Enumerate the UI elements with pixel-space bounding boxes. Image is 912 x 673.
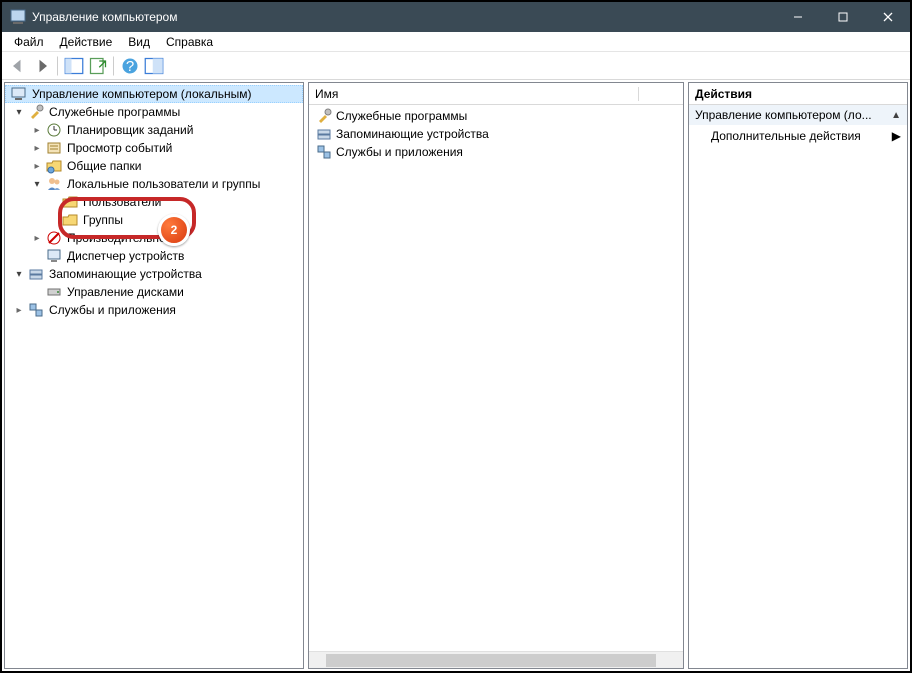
tree-root[interactable]: Управление компьютером (локальным)	[5, 85, 303, 103]
tree-label: Общие папки	[65, 159, 143, 173]
actions-context-header[interactable]: Управление компьютером (ло... ▲	[689, 105, 907, 125]
menu-action[interactable]: Действие	[52, 34, 121, 50]
event-icon	[46, 140, 62, 156]
svg-text:?: ?	[126, 58, 134, 75]
toolbar-separator	[57, 56, 59, 76]
folder-icon	[62, 194, 78, 210]
tree-label: Просмотр событий	[65, 141, 174, 155]
column-header-name[interactable]: Имя	[315, 87, 639, 101]
storage-icon	[316, 126, 332, 142]
list-label: Служебные программы	[336, 109, 467, 123]
tree-item-users[interactable]: Пользователи	[5, 193, 303, 211]
toolbar: ?	[2, 52, 910, 80]
tree-label: Запоминающие устройства	[47, 267, 204, 281]
list-label: Запоминающие устройства	[336, 127, 489, 141]
performance-icon	[46, 230, 62, 246]
tree-label: Локальные пользователи и группы	[65, 177, 262, 191]
tree-item-services-apps[interactable]: Службы и приложения	[5, 301, 303, 319]
menu-help[interactable]: Справка	[158, 34, 221, 50]
back-button[interactable]	[7, 55, 29, 77]
tree-item-shared-folders[interactable]: Общие папки	[5, 157, 303, 175]
chevron-right-icon: ▶	[892, 129, 901, 143]
shared-folder-icon	[46, 158, 62, 174]
tree-label: Производительность	[65, 231, 185, 245]
tree-label: Планировщик заданий	[65, 123, 195, 137]
collapse-icon[interactable]: ▲	[891, 110, 901, 121]
list-label: Службы и приложения	[336, 145, 463, 159]
device-icon	[46, 248, 62, 264]
expander-icon[interactable]	[31, 232, 43, 244]
computer-icon	[11, 86, 27, 102]
tree-label: Пользователи	[81, 195, 163, 209]
actions-more[interactable]: Дополнительные действия ▶	[689, 125, 907, 147]
users-icon	[46, 176, 62, 192]
list-item-storage[interactable]: Запоминающие устройства	[313, 125, 679, 143]
services-icon	[28, 302, 44, 318]
scrollbar-thumb[interactable]	[326, 654, 656, 667]
actions-more-label: Дополнительные действия	[711, 129, 861, 143]
clock-icon	[46, 122, 62, 138]
tree-label: Службы и приложения	[47, 303, 178, 317]
expander-icon[interactable]	[13, 304, 25, 316]
properties-button[interactable]	[143, 55, 165, 77]
tree-item-groups[interactable]: Группы	[5, 211, 303, 229]
menu-file[interactable]: Файл	[6, 34, 52, 50]
forward-button[interactable]	[31, 55, 53, 77]
toolbar-separator	[113, 56, 115, 76]
expander-icon[interactable]	[31, 142, 43, 154]
services-icon	[316, 144, 332, 160]
tools-icon	[316, 108, 332, 124]
app-icon	[10, 9, 26, 25]
tools-icon	[28, 104, 44, 120]
expander-icon[interactable]	[13, 268, 25, 280]
list-item-services-apps[interactable]: Службы и приложения	[313, 143, 679, 161]
maximize-button[interactable]	[820, 2, 865, 32]
expander-icon[interactable]	[31, 160, 43, 172]
tree-pane: Управление компьютером (локальным) Служе…	[4, 82, 304, 669]
tree-item-system-tools[interactable]: Служебные программы	[5, 103, 303, 121]
folder-icon	[62, 212, 78, 228]
menu-view[interactable]: Вид	[120, 34, 158, 50]
actions-header: Действия	[689, 83, 907, 105]
storage-icon	[28, 266, 44, 282]
tree-label: Диспетчер устройств	[65, 249, 186, 263]
show-hide-tree-button[interactable]	[63, 55, 85, 77]
close-button[interactable]	[865, 2, 910, 32]
expander-icon[interactable]	[31, 124, 43, 136]
disk-icon	[46, 284, 62, 300]
tree-item-disk-management[interactable]: Управление дисками	[5, 283, 303, 301]
actions-context-label: Управление компьютером (ло...	[695, 108, 872, 122]
tree-item-task-scheduler[interactable]: Планировщик заданий	[5, 121, 303, 139]
list-pane: Имя Служебные программы Запоминающие уст…	[308, 82, 684, 669]
list-header[interactable]: Имя	[309, 83, 683, 105]
help-button[interactable]: ?	[119, 55, 141, 77]
list-item-system-tools[interactable]: Служебные программы	[313, 107, 679, 125]
tree-item-local-users-groups[interactable]: Локальные пользователи и группы	[5, 175, 303, 193]
horizontal-scrollbar[interactable]	[309, 651, 683, 668]
title-bar: Управление компьютером	[2, 2, 910, 32]
tree-item-performance[interactable]: Производительность	[5, 229, 303, 247]
tree-label: Группы	[81, 213, 125, 227]
tree-label: Управление компьютером (локальным)	[30, 87, 254, 101]
minimize-button[interactable]	[775, 2, 820, 32]
expander-icon[interactable]	[13, 106, 25, 118]
tree-label: Управление дисками	[65, 285, 186, 299]
tree-label: Служебные программы	[47, 105, 182, 119]
export-button[interactable]	[87, 55, 109, 77]
expander-icon[interactable]	[31, 178, 43, 190]
menu-bar: Файл Действие Вид Справка	[2, 32, 910, 52]
actions-pane: Действия Управление компьютером (ло... ▲…	[688, 82, 908, 669]
tree-item-storage[interactable]: Запоминающие устройства	[5, 265, 303, 283]
window-title: Управление компьютером	[32, 10, 775, 24]
tree-item-event-viewer[interactable]: Просмотр событий	[5, 139, 303, 157]
tree-item-device-manager[interactable]: Диспетчер устройств	[5, 247, 303, 265]
